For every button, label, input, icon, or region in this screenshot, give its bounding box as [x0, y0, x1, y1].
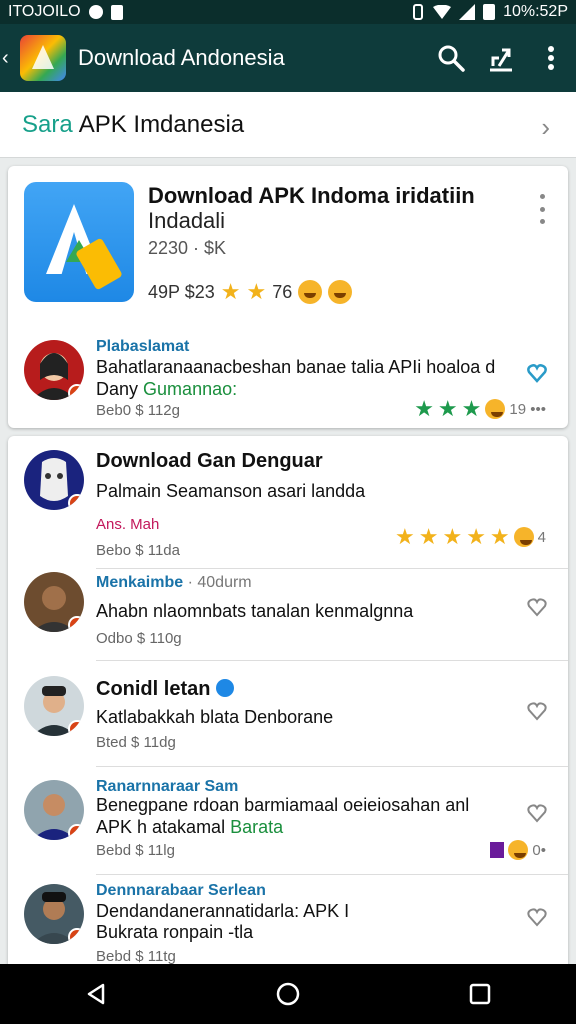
status-right-text: 10%:52P — [503, 3, 568, 20]
review-date: Odbo $ 110g — [96, 630, 182, 647]
badge-icon — [68, 384, 84, 400]
vibrate-icon — [413, 4, 424, 20]
review-text: Benegpane rdoan barmiamaal oeieiosahan a… — [96, 795, 470, 837]
heart-icon[interactable] — [526, 362, 548, 384]
review-rating: 0• — [490, 840, 546, 860]
emoji-icon — [328, 280, 353, 304]
share-icon — [490, 48, 512, 72]
app-rating-row: 49P $23 ★ ★ 76 — [148, 279, 353, 304]
avatar[interactable] — [24, 572, 84, 632]
share-button[interactable] — [476, 33, 526, 83]
review-text: Dendandanerannatidarla: APK I — [96, 901, 350, 921]
avatar[interactable] — [24, 676, 84, 736]
badge-icon — [68, 824, 84, 840]
app-card: Download APK Indoma iridatiin Indadali 2… — [8, 166, 568, 428]
review-date: Beb0 $ 112g — [96, 402, 180, 419]
review-text: Katlabakkah blata Denborane — [96, 707, 334, 727]
avatar[interactable] — [24, 340, 84, 400]
avatar[interactable] — [24, 780, 84, 840]
review-date: Bebd $ 11lg — [96, 842, 175, 859]
divider — [96, 568, 568, 569]
review-text: Bahatlaranaanacbeshan banae talia APIi h… — [96, 357, 496, 399]
review-tag: Bukrata ronpain -tla — [96, 922, 254, 942]
wifi-icon — [433, 5, 452, 19]
badge-icon — [68, 720, 84, 736]
app-title[interactable]: Download APK Indoma iridatiin — [148, 182, 508, 210]
app-logo — [20, 35, 66, 81]
section-title: APK Imdanesia — [78, 110, 245, 138]
battery-icon — [483, 4, 496, 20]
review-tag: Gumannao: — [143, 379, 238, 399]
overflow-menu-button[interactable] — [526, 33, 576, 83]
flag-icon — [490, 842, 505, 858]
back-button[interactable] — [66, 964, 126, 1024]
app-icon[interactable] — [24, 182, 134, 302]
badge-icon — [68, 928, 84, 944]
rating-text: 49P $23 — [148, 281, 215, 302]
badge-icon — [68, 494, 84, 510]
status-left-text: ITOJOILO — [8, 3, 81, 20]
verified-icon — [216, 679, 235, 697]
recents-square-icon — [469, 983, 491, 1005]
review-tag: Ans. Mah — [96, 516, 160, 533]
reviews-card: Download Gan Denguar Palmain Seamanson a… — [8, 436, 568, 976]
signal-icon — [459, 4, 476, 20]
review-author[interactable]: Plabaslamat — [96, 338, 189, 356]
star-icon: ★ — [246, 279, 267, 304]
status-bar: ITOJOILO 10%:52P — [0, 0, 576, 24]
app-bar: ‹ Download Andonesia — [0, 24, 576, 92]
review-author[interactable]: Dennnarabaar Serlean — [96, 882, 266, 900]
heart-icon[interactable] — [526, 596, 548, 618]
review-tag: Barata — [230, 817, 284, 837]
chat-icon — [88, 5, 103, 19]
avatar[interactable] — [24, 884, 84, 944]
rating-count: 76 — [272, 281, 293, 302]
section-prefix: Sara — [22, 110, 73, 138]
back-triangle-icon — [87, 983, 105, 1005]
sim-icon — [110, 4, 123, 20]
recents-button[interactable] — [450, 964, 510, 1024]
heart-icon[interactable] — [526, 700, 548, 722]
badge-icon — [68, 616, 84, 632]
review-author[interactable]: Download Gan Denguar — [96, 450, 323, 473]
emoji-icon — [298, 280, 323, 304]
divider — [96, 766, 568, 767]
navigation-bar — [0, 964, 576, 1024]
review-text: Palmain Seamanson asari landda — [96, 481, 366, 501]
emoji-icon — [508, 840, 529, 860]
review-date: Bebo $ 11da — [96, 542, 180, 559]
review-author[interactable]: Menkaimbe · 40durm — [96, 574, 252, 592]
home-button[interactable] — [258, 964, 318, 1024]
review-text: Ahabn nlaomnbats tanalan kenmalgnna — [96, 601, 414, 621]
chevron-right-icon[interactable]: › — [541, 112, 550, 143]
review-rating: ★ ★ ★ 19 ••• — [414, 396, 546, 421]
card-menu-icon[interactable] — [538, 194, 546, 224]
search-icon — [438, 45, 465, 72]
heart-icon[interactable] — [526, 906, 548, 928]
home-circle-icon — [276, 982, 300, 1006]
divider — [96, 660, 568, 661]
heart-icon[interactable] — [526, 802, 548, 824]
back-arrow-icon[interactable]: ‹ — [2, 47, 18, 70]
app-meta: 2230 · $K — [148, 238, 227, 258]
review-date: Bted $ 11dg — [96, 734, 176, 751]
review-date: Bebd $ 11tg — [96, 948, 176, 965]
star-icon: ★ — [220, 279, 241, 304]
app-bar-title: Download Andonesia — [78, 45, 285, 70]
review-author[interactable]: Conidl letan — [96, 678, 235, 701]
emoji-icon — [485, 399, 506, 419]
divider — [96, 874, 568, 875]
more-vert-icon — [548, 46, 554, 70]
avatar[interactable] — [24, 450, 84, 510]
section-header[interactable]: Sara APK Imdanesia › — [0, 92, 576, 158]
emoji-icon — [513, 527, 534, 547]
app-subtitle: Indadali — [148, 208, 226, 233]
review-rating: ★ ★ ★ ★ ★ 4 — [394, 524, 546, 549]
search-button[interactable] — [426, 33, 476, 83]
